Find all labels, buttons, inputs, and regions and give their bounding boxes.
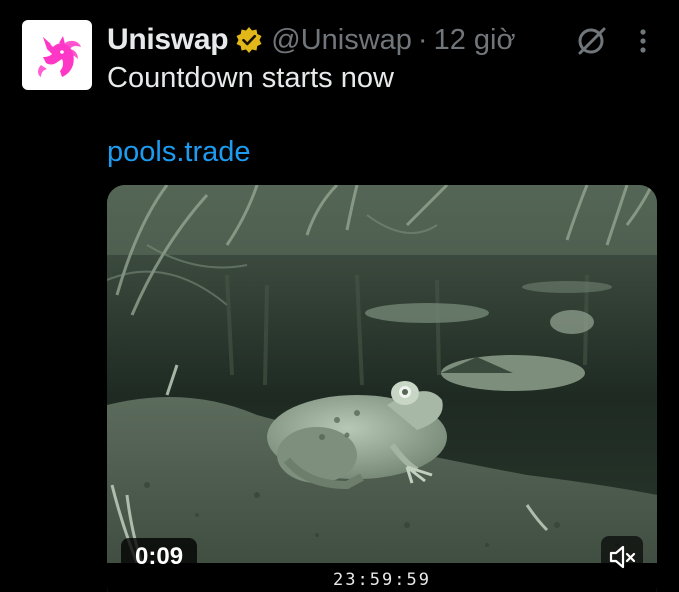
author-handle[interactable]: @Uniswap (271, 24, 412, 57)
author-name[interactable]: Uniswap (107, 23, 229, 57)
tweet: Uniswap @Uniswap · 12 giờ Countdown star… (0, 0, 679, 592)
video-frame (107, 185, 657, 592)
more-options-icon[interactable] (630, 24, 656, 58)
tweet-header: Uniswap @Uniswap · 12 giờ (107, 18, 516, 62)
verified-badge-icon[interactable] (235, 26, 263, 54)
post-time[interactable]: 12 giờ (434, 24, 516, 57)
avatar[interactable] (22, 20, 92, 90)
grok-icon[interactable] (575, 24, 609, 58)
video-duration: 0:09 (121, 538, 198, 576)
video-player[interactable]: 23:59:59 0:09 (107, 185, 657, 592)
speaker-muted-icon (609, 545, 636, 569)
separator-dot: · (417, 23, 428, 56)
unicorn-logo-icon (38, 36, 81, 77)
tweet-text: Countdown starts now (107, 62, 394, 94)
tweet-link[interactable]: pools.trade (107, 136, 251, 169)
mute-button[interactable] (601, 536, 643, 578)
